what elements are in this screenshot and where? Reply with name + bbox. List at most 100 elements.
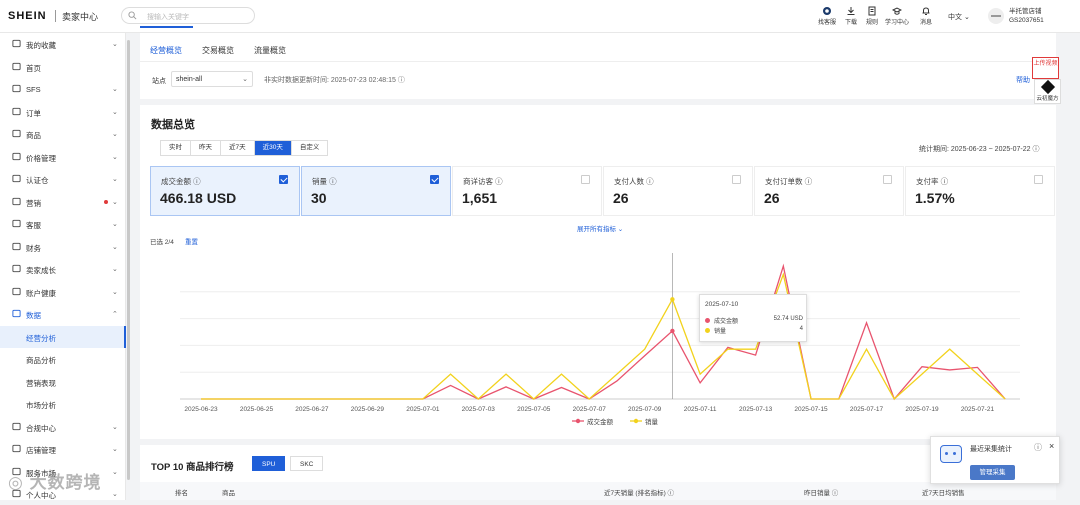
metric-card[interactable]: 销量 ⓘ 30 [301,166,451,216]
range-button[interactable]: 近7天 [221,141,255,155]
sidebar-item[interactable]: 商品分析 [0,348,126,370]
metric-label: 支付率 ⓘ [916,176,948,187]
tab-business-overview[interactable]: 经营概览 [150,45,182,56]
upload-video-button[interactable]: 上传视频 [1032,57,1059,79]
col-7day-sales-label: 近7天销量 (排名指标) [604,490,666,497]
range-button[interactable]: 昨天 [191,141,221,155]
rules-button[interactable]: 规则 [861,6,883,26]
close-icon[interactable]: × [1049,441,1054,451]
download-button[interactable]: 下载 [840,6,862,26]
help-circle-icon[interactable]: ⓘ [941,177,949,186]
sidebar-item[interactable]: 合规中心 ⌄ [0,416,126,438]
help-circle-icon[interactable]: ⓘ [329,177,337,186]
metric-card[interactable]: 支付率 ⓘ 1.57% [905,166,1055,216]
sidebar-item[interactable]: SFS ⌄ [0,78,126,100]
sidebar-item[interactable]: 我的收藏 ⌄ [0,33,126,55]
sidebar-item[interactable]: 财务 ⌄ [0,236,126,258]
sidebar-item[interactable]: 营销表现 [0,371,126,393]
sidebar-item[interactable]: 首页 [0,56,126,78]
help-circle-icon[interactable]: ⓘ [193,177,201,186]
sidebar-item[interactable]: 订单 ⌄ [0,101,126,123]
metric-card[interactable]: 支付人数 ⓘ 26 [603,166,753,216]
date-range-buttons: 实时 昨天 近7天 近30天 自定义 [160,140,329,156]
range-button[interactable]: 实时 [161,141,191,155]
x-tick-label: 2025-07-01 [406,406,440,413]
col-rank: 排名 [175,490,188,497]
sidebar-item[interactable]: 账户健康 ⌄ [0,281,126,303]
sidebar-scrollbar-thumb[interactable] [127,40,130,480]
help-link[interactable]: 帮助 [1016,75,1030,85]
search-input[interactable]: 搜输入关键字 [121,7,255,24]
sidebar-item-label: 首页 [26,63,41,73]
metric-checkbox[interactable] [430,175,439,184]
robot-icon [940,445,962,463]
manage-collect-button[interactable]: 管理采集 [970,465,1015,480]
shein-logo[interactable]: SHEIN [8,10,47,22]
site-select[interactable]: shein-all ⌄ [171,71,253,87]
metrics-row: 成交金额 ⓘ 466.18 USD 销量 ⓘ 30 商详访客 ⓘ 1,651 支付人数 ⓘ 2… [150,166,1055,217]
sidebar-item-label: 经营分析 [26,333,56,343]
skc-toggle[interactable]: SKC [290,456,324,471]
sidebar-item[interactable]: 认证仓 ⌄ [0,168,126,190]
metric-checkbox[interactable] [581,175,590,184]
x-tick-label: 2025-06-29 [351,406,385,413]
customer-service-button[interactable]: 找客服 [816,6,838,26]
help-circle-icon[interactable]: ⓘ [495,177,503,186]
sidebar-item[interactable]: 市场分析 [0,393,126,415]
col-7day-avg[interactable]: 近7天日均销售 [922,487,965,497]
legend-marker [575,418,581,424]
metric-value: 26 [764,190,780,206]
help-circle-icon[interactable]: ⓘ [646,177,654,186]
language-select[interactable]: 中文 ⌄ [948,12,970,22]
metric-label-text: 支付率 [916,177,939,186]
range-button[interactable]: 自定义 [292,141,328,155]
metric-checkbox[interactable] [1034,175,1043,184]
sidebar-item-label: 数据 [26,311,41,320]
trend-chart[interactable]: 2025-06-23 2025-06-25 2025-06-27 2025-06-29… [140,245,1056,435]
metric-card[interactable]: 成交金额 ⓘ 466.18 USD [150,166,300,216]
messages-button[interactable]: 消息 [915,6,937,26]
store-info[interactable]: 半托管店铺 GS2037651 [1009,7,1044,25]
metric-checkbox[interactable] [279,175,288,184]
sidebar-item[interactable]: 商品 ⌄ [0,123,126,145]
metric-checkbox[interactable] [883,175,892,184]
tab-transaction-overview[interactable]: 交易概览 [202,45,234,56]
series-line-quantity [201,272,1006,401]
metric-card[interactable]: 支付订单数 ⓘ 26 [754,166,904,216]
sidebar-item[interactable]: 数据 ⌃ [0,303,126,325]
series-line-amount [201,263,1006,401]
x-tick-label: 2025-07-17 [850,406,884,413]
avatar[interactable] [988,8,1004,24]
col-7day-sales[interactable]: 近7天销量 (排名指标) ⓘ [604,487,674,497]
sidebar-item[interactable]: 客服 ⌄ [0,213,126,235]
expand-all-metrics-link[interactable]: 展开所有指标 ⌄ [577,223,623,233]
metric-label-text: 支付订单数 [765,177,803,186]
chevron-down-icon: ⌄ [112,176,118,183]
help-circle-icon[interactable]: ⓘ [805,177,813,186]
tab-traffic-overview[interactable]: 流量概览 [254,45,286,56]
sidebar-item[interactable]: 店铺管理 ⌄ [0,438,126,460]
search-icon [128,11,137,20]
help-circle-icon[interactable]: ⓘ [1032,146,1039,153]
chart-tooltip: 2025-07-10 成交金额 52.74 USD 销量 4 [699,294,807,342]
ai-tool-button[interactable]: 云初魔方 [1034,79,1061,104]
learning-center-button[interactable]: 学习中心 [883,6,911,26]
metric-card[interactable]: 商详访客 ⓘ 1,651 [452,166,602,216]
range-button[interactable]: 近30天 [254,141,292,155]
col-yesterday-sales[interactable]: 昨日销量 ⓘ [804,487,838,497]
spu-toggle[interactable]: SPU [252,456,286,471]
sidebar-item[interactable]: 营销 ⌄ [0,191,126,213]
x-tick-label: 2025-07-21 [961,406,995,413]
sidebar-item[interactable]: 卖家成长 ⌄ [0,258,126,280]
tooltip-date: 2025-07-10 [705,301,739,308]
expand-all-label: 展开所有指标 [577,226,616,233]
store-name: 半托管店铺 [1009,8,1042,15]
help-circle-icon[interactable]: ⓘ [398,77,405,84]
chevron-up-icon: ⌃ [112,311,118,318]
sidebar-item[interactable]: 经营分析 [0,325,126,348]
series-dot [705,328,710,333]
sidebar-item[interactable]: 价格管理 ⌄ [0,146,126,168]
help-circle-icon[interactable]: ⓘ [1034,442,1042,453]
metric-value: 1,651 [462,190,498,206]
metric-checkbox[interactable] [732,175,741,184]
